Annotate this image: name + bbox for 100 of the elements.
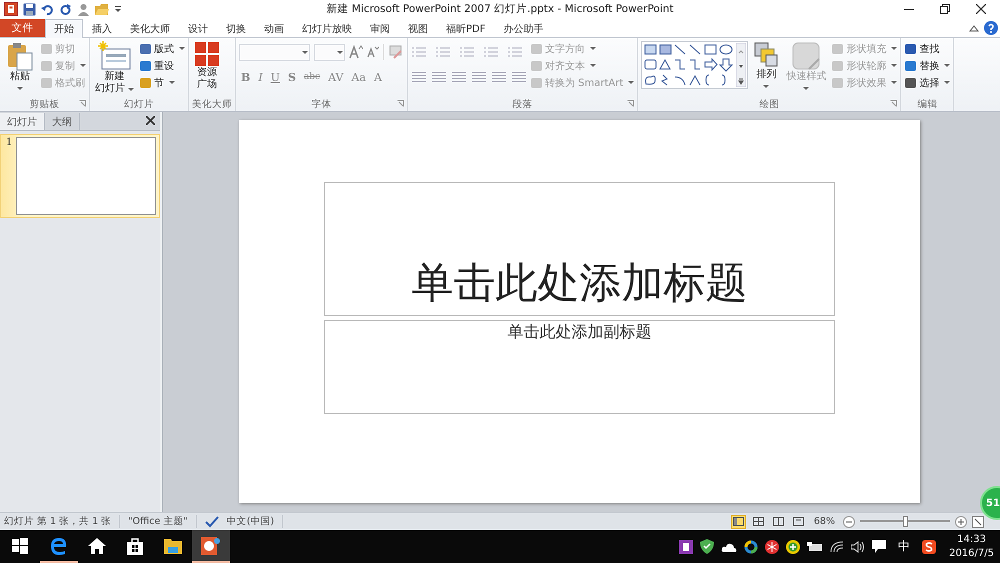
wifi-icon[interactable]	[830, 540, 844, 552]
battery-icon[interactable]	[807, 542, 824, 552]
ribbon-button[interactable]: 排列	[751, 40, 782, 89]
caret-icon	[128, 88, 134, 90]
ribbon-tab[interactable]: 幻灯片放映	[293, 19, 361, 37]
ribbon-tab[interactable]: 福昕PDF	[437, 19, 494, 37]
ribbon-tab[interactable]: 办公助手	[494, 19, 552, 37]
notebook-icon[interactable]	[679, 540, 694, 554]
dialog-launcher-icon[interactable]	[890, 100, 898, 107]
view-button[interactable]	[730, 514, 746, 528]
cloud-icon[interactable]	[721, 542, 738, 552]
caret-icon	[763, 85, 770, 88]
speaker-icon[interactable]	[851, 540, 866, 552]
presentation-app-icon	[201, 536, 221, 554]
view-icon	[772, 517, 784, 526]
message-icon[interactable]	[872, 540, 886, 553]
zoom-slider-thumb[interactable]	[903, 516, 908, 527]
view-button[interactable]	[770, 514, 786, 528]
zoom-level[interactable]: 68%	[814, 516, 835, 527]
snowflake-icon[interactable]	[765, 540, 780, 554]
ribbon-tab[interactable]: 切换	[217, 19, 255, 37]
clock-date: 2016/7/5	[949, 546, 994, 560]
tool-icon	[831, 60, 844, 72]
caret-icon	[944, 81, 950, 84]
clipboard-icon	[5, 41, 35, 71]
title-placeholder[interactable]: 单击此处添加标题	[324, 182, 835, 316]
view-button[interactable]	[790, 514, 806, 528]
collapse-ribbon-icon[interactable]	[969, 24, 979, 32]
caret-icon	[337, 50, 343, 54]
gallery-scroll-icon[interactable]	[736, 43, 746, 87]
ribbon-tab[interactable]: 视图	[399, 19, 437, 37]
language-label[interactable]: 中文(中国)	[226, 515, 284, 528]
home-icon	[88, 538, 106, 554]
caret-icon	[17, 87, 23, 90]
clock-time: 14:33	[957, 532, 986, 546]
user-icon[interactable]	[77, 2, 90, 16]
tool-icon	[139, 60, 152, 72]
ribbon-button[interactable]: 替换	[904, 58, 950, 73]
ribbon-tab[interactable]: 插入	[83, 19, 121, 37]
subtitle-placeholder[interactable]: 单击此处添加副标题	[324, 320, 835, 414]
caret-icon	[891, 64, 898, 67]
close-icon[interactable]	[976, 4, 986, 14]
font-name-field[interactable]	[239, 44, 310, 60]
caret-icon	[944, 64, 950, 67]
font-size-field[interactable]	[314, 44, 345, 60]
panel-tab[interactable]: 大纲	[45, 113, 80, 130]
slide-thumbnail[interactable]	[16, 137, 156, 215]
dialog-launcher-icon[interactable]	[397, 100, 404, 107]
slide-thumbnail-row[interactable]: 1	[0, 134, 160, 218]
ribbon-button[interactable]: 资源 广场	[192, 40, 222, 92]
group-label: 剪贴板	[30, 98, 60, 110]
group-label: 段落	[512, 98, 533, 110]
redo-icon[interactable]	[59, 2, 72, 16]
ribbon-button[interactable]: 新建 幻灯片	[93, 40, 136, 96]
grow-font-icon[interactable]	[349, 45, 363, 59]
zoom-out-icon[interactable]	[843, 516, 855, 528]
fit-window-icon[interactable]	[972, 516, 984, 528]
tool-icon	[904, 42, 918, 54]
help-icon[interactable]	[984, 21, 998, 35]
input-method-indicator[interactable]: 中	[898, 538, 910, 555]
ribbon-button[interactable]: 查找	[904, 41, 950, 56]
caret-icon	[891, 47, 898, 50]
shrink-font-icon[interactable]	[367, 46, 379, 58]
undo-icon[interactable]	[41, 2, 54, 16]
ribbon-tab[interactable]: 动画	[255, 19, 293, 37]
customize-caret-icon[interactable]	[114, 4, 122, 14]
taskbar-app[interactable]	[192, 530, 230, 563]
shape-gallery[interactable]	[641, 41, 748, 89]
restore-icon[interactable]	[940, 4, 950, 14]
dialog-launcher-icon[interactable]	[79, 100, 86, 107]
browser-icon	[49, 536, 69, 556]
group-label: 字体	[312, 98, 332, 110]
dialog-launcher-icon[interactable]	[627, 100, 634, 107]
sogou-icon[interactable]	[922, 540, 936, 554]
save-icon[interactable]	[23, 2, 36, 16]
tool-icon	[139, 42, 152, 54]
tool-icon	[904, 76, 918, 88]
new-slide-icon	[98, 41, 132, 71]
panel-tab[interactable]: 幻灯片	[0, 113, 45, 130]
group-label: 绘图	[759, 98, 780, 110]
view-button[interactable]	[750, 514, 766, 528]
caret-icon	[628, 81, 634, 84]
zoom-in-icon[interactable]	[955, 516, 967, 528]
shield-icon[interactable]	[700, 539, 714, 554]
ring-icon[interactable]	[744, 540, 758, 554]
ribbon-tab[interactable]: 美化大师	[121, 19, 179, 37]
ribbon-button[interactable]: 节	[139, 75, 185, 90]
ribbon-button[interactable]: 选择	[904, 75, 950, 90]
style-icon	[791, 41, 822, 71]
ribbon-tab[interactable]: 设计	[179, 19, 217, 37]
file-tab[interactable]: 文件	[0, 19, 45, 37]
ribbon-button[interactable]: 粘贴	[3, 40, 37, 91]
ribbon-button[interactable]: 重设	[139, 58, 185, 73]
plus-circle-icon[interactable]	[786, 540, 800, 554]
spellcheck-icon[interactable]	[204, 516, 219, 528]
close-icon[interactable]	[146, 116, 155, 125]
ribbon-tab[interactable]: 审阅	[361, 19, 399, 37]
ribbon-tab[interactable]: 开始	[45, 19, 83, 38]
folder-icon	[164, 538, 182, 554]
ribbon-button[interactable]: 版式	[139, 41, 185, 56]
